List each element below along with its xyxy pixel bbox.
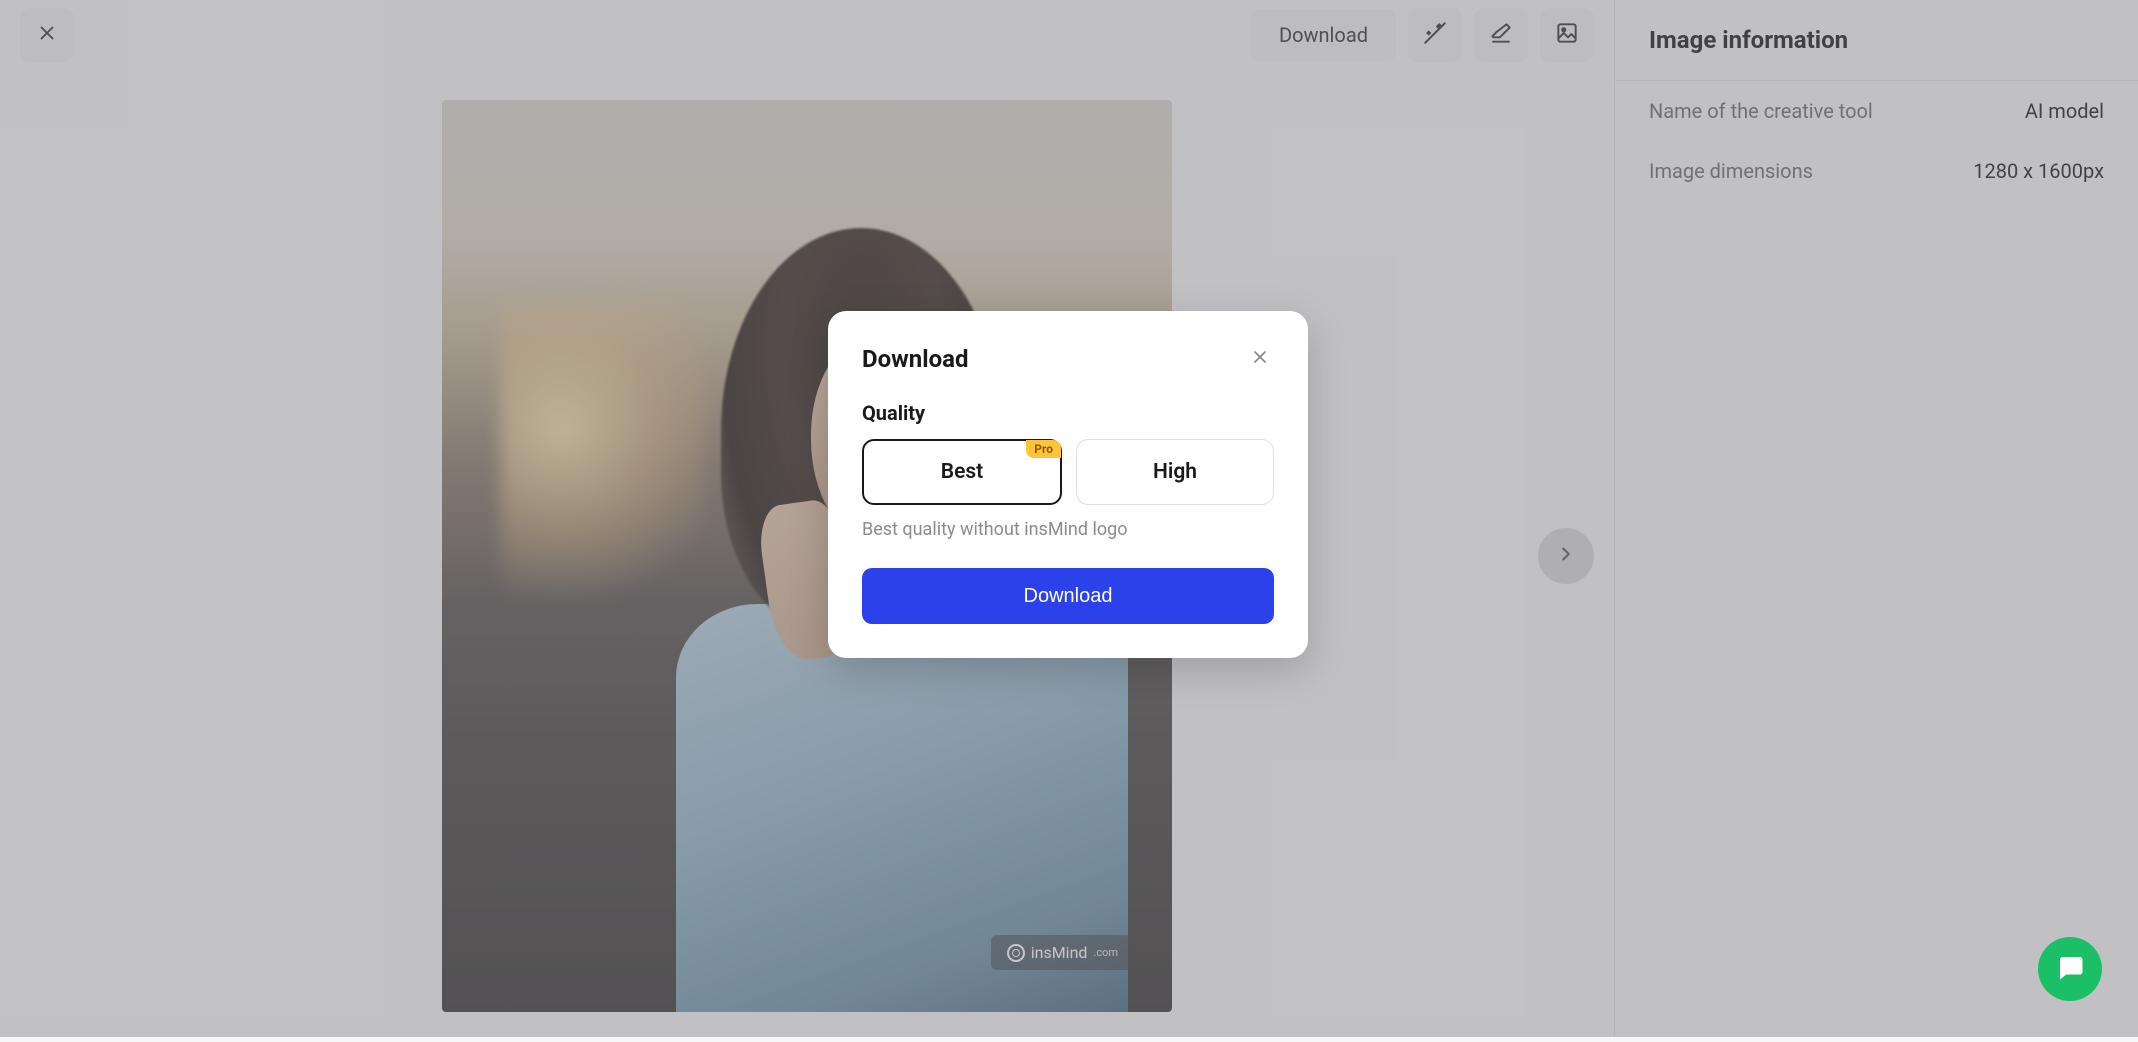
close-icon — [1250, 347, 1270, 371]
pro-badge: Pro — [1026, 440, 1061, 458]
chat-icon — [2055, 952, 2085, 986]
quality-section-label: Quality — [862, 401, 1274, 425]
quality-description: Best quality without insMind logo — [862, 519, 1274, 540]
quality-option-best-label: Best — [941, 460, 983, 484]
quality-option-high-label: High — [1153, 460, 1197, 484]
download-confirm-label: Download — [1024, 585, 1113, 607]
quality-option-high[interactable]: High — [1076, 439, 1274, 505]
download-confirm-button[interactable]: Download — [862, 568, 1274, 624]
modal-close-button[interactable] — [1246, 345, 1274, 373]
modal-title: Download — [862, 345, 968, 373]
download-modal: Download Quality Best Pro High Best qual… — [828, 311, 1308, 658]
chat-fab[interactable] — [2038, 937, 2102, 1001]
quality-option-best[interactable]: Best Pro — [862, 439, 1062, 505]
